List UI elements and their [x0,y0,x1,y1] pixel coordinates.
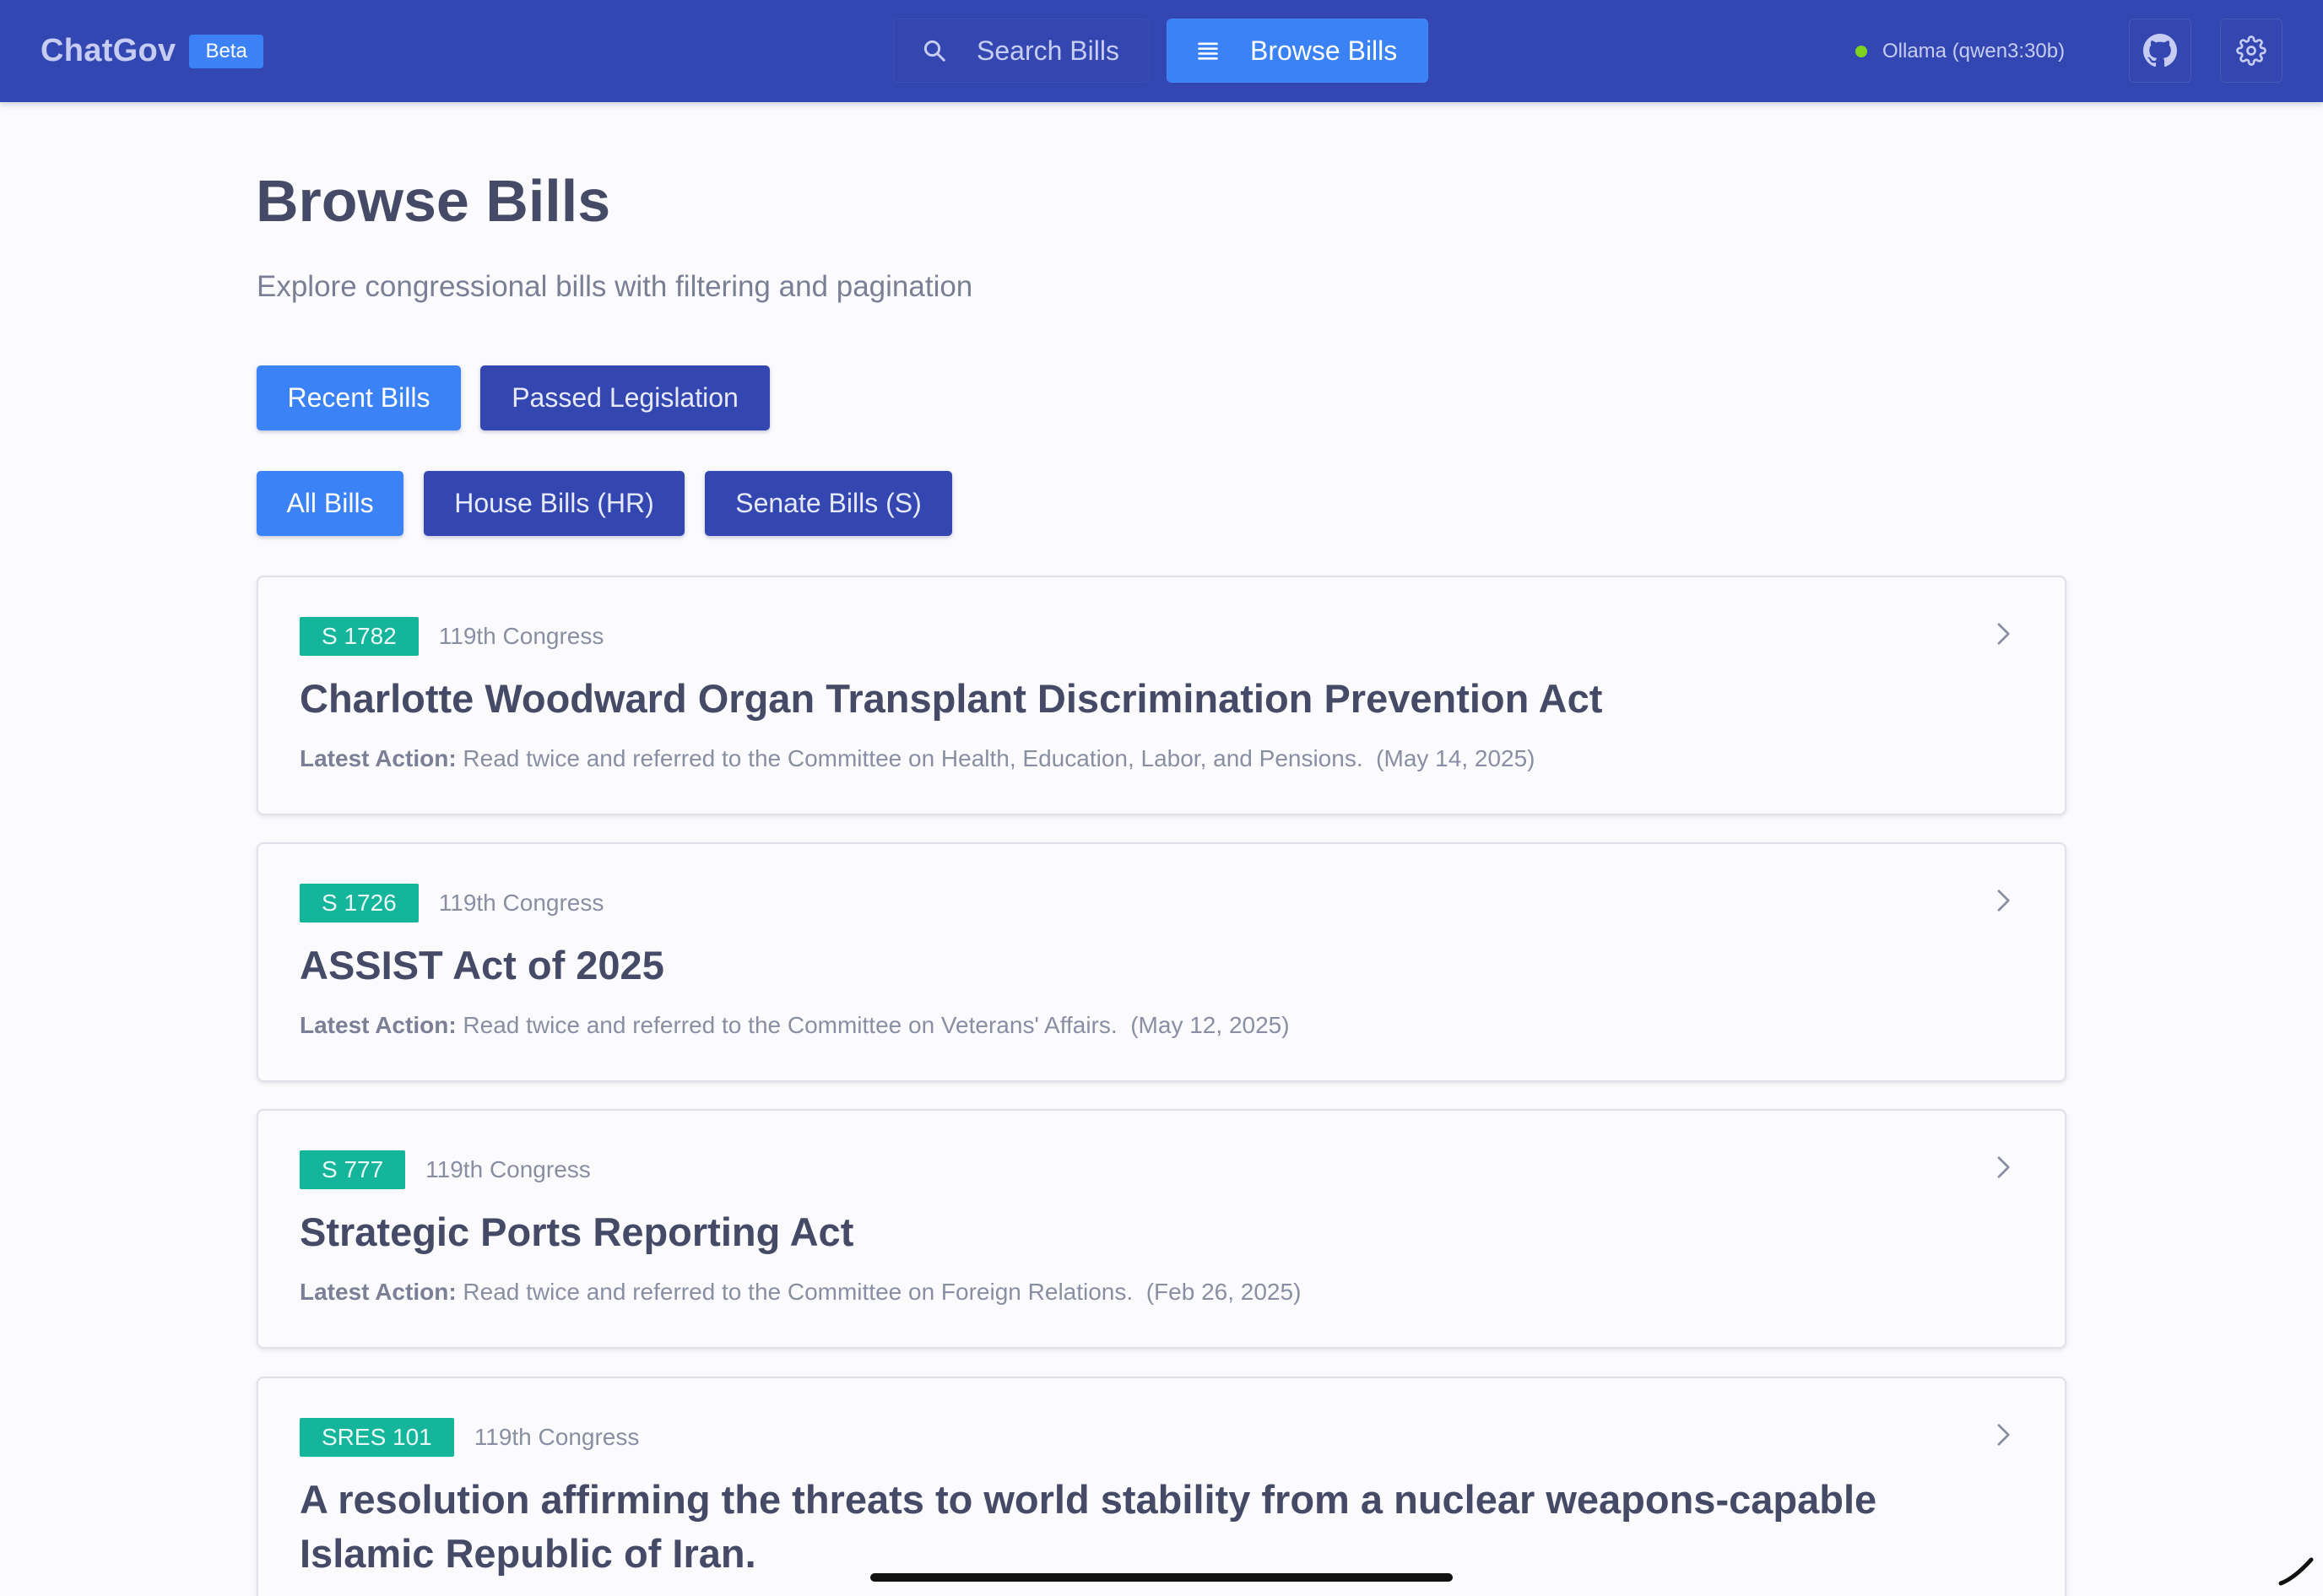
latest-action-label: Latest Action: [300,1012,457,1038]
bill-congress: 119th Congress [425,1156,591,1182]
bill-congress: 119th Congress [474,1424,640,1450]
bill-title[interactable]: Strategic Ports Reporting Act [300,1205,1896,1259]
latest-action-date: (Feb 26, 2025) [1145,1279,1302,1305]
bill-meta: S 777 119th Congress [300,1150,591,1189]
browse-bills-label: Browse Bills [1250,35,1398,66]
page-title: Browse Bills [256,168,611,234]
senate-bills-button[interactable]: Senate Bills (S) [705,471,952,536]
latest-action-label: Latest Action: [300,1279,457,1305]
brand[interactable]: ChatGov Beta [41,0,263,102]
bill-card[interactable]: S 1782 119th Congress Charlotte Woodward… [257,576,2066,815]
bill-id-badge: S 777 [300,1150,406,1189]
latest-action-text: Read twice and referred to the Committee… [463,1012,1118,1038]
settings-button[interactable] [2220,19,2282,83]
chevron-right-icon[interactable] [1990,1155,2016,1180]
bill-id-badge: S 1726 [300,884,419,922]
bill-id-badge: S 1782 [300,617,419,656]
home-indicator[interactable] [870,1573,1453,1582]
bill-card[interactable]: S 777 119th Congress Strategic Ports Rep… [257,1109,2066,1349]
chevron-right-icon[interactable] [1990,888,2016,913]
bill-latest-action: Latest Action: Read twice and referred t… [300,1279,1301,1306]
all-bills-button[interactable]: All Bills [257,471,403,536]
bill-title[interactable]: Charlotte Woodward Organ Transplant Disc… [300,672,1896,726]
list-icon [1194,37,1221,64]
github-button[interactable] [2129,19,2191,83]
latest-action-date: (May 12, 2025) [1130,1012,1290,1038]
bill-congress: 119th Congress [438,623,604,649]
bill-congress: 119th Congress [438,890,604,916]
house-bills-button[interactable]: House Bills (HR) [424,471,685,536]
model-status-label: Ollama (qwen3:30b) [1882,39,2066,62]
search-bills-label: Search Bills [977,35,1119,66]
latest-action-label: Latest Action: [300,745,457,771]
passed-legislation-button[interactable]: Passed Legislation [480,365,770,430]
bill-title[interactable]: A resolution affirming the threats to wo… [300,1473,1896,1581]
gear-icon [2236,35,2266,66]
latest-action-text: Read twice and referred to the Committee… [463,745,1363,771]
search-icon [921,37,948,64]
bill-meta: SRES 101 119th Congress [300,1418,639,1457]
bill-meta: S 1726 119th Congress [300,884,604,922]
latest-action-text: Read twice and referred to the Committee… [463,1279,1134,1305]
pencil-stroke-icon [2278,1557,2314,1586]
bill-title[interactable]: ASSIST Act of 2025 [300,939,1896,993]
latest-action-date: (May 14, 2025) [1376,745,1535,771]
bill-latest-action: Latest Action: Read twice and referred t… [300,1012,1290,1039]
chevron-right-icon[interactable] [1990,1422,2016,1447]
github-icon [2143,34,2177,68]
status-indicator-dot [1855,45,1867,57]
bill-id-badge: SRES 101 [300,1418,454,1457]
browse-bills-button[interactable]: Browse Bills [1167,19,1428,83]
chevron-right-icon[interactable] [1990,621,2016,647]
bill-card[interactable]: SRES 101 119th Congress A resolution aff… [257,1377,2066,1596]
bill-card[interactable]: S 1726 119th Congress ASSIST Act of 2025… [257,842,2066,1082]
bill-meta: S 1782 119th Congress [300,617,604,656]
beta-badge: Beta [189,34,263,68]
app-name[interactable]: ChatGov [41,33,176,69]
model-status: Ollama (qwen3:30b) [1855,0,2065,102]
search-bills-button[interactable]: Search Bills [893,19,1150,83]
bill-latest-action: Latest Action: Read twice and referred t… [300,745,1535,772]
page-subtitle: Explore congressional bills with filteri… [257,270,973,303]
recent-bills-button[interactable]: Recent Bills [257,365,461,430]
top-nav-bar: ChatGov Beta Search Bills Browse Bills O… [0,0,2323,102]
